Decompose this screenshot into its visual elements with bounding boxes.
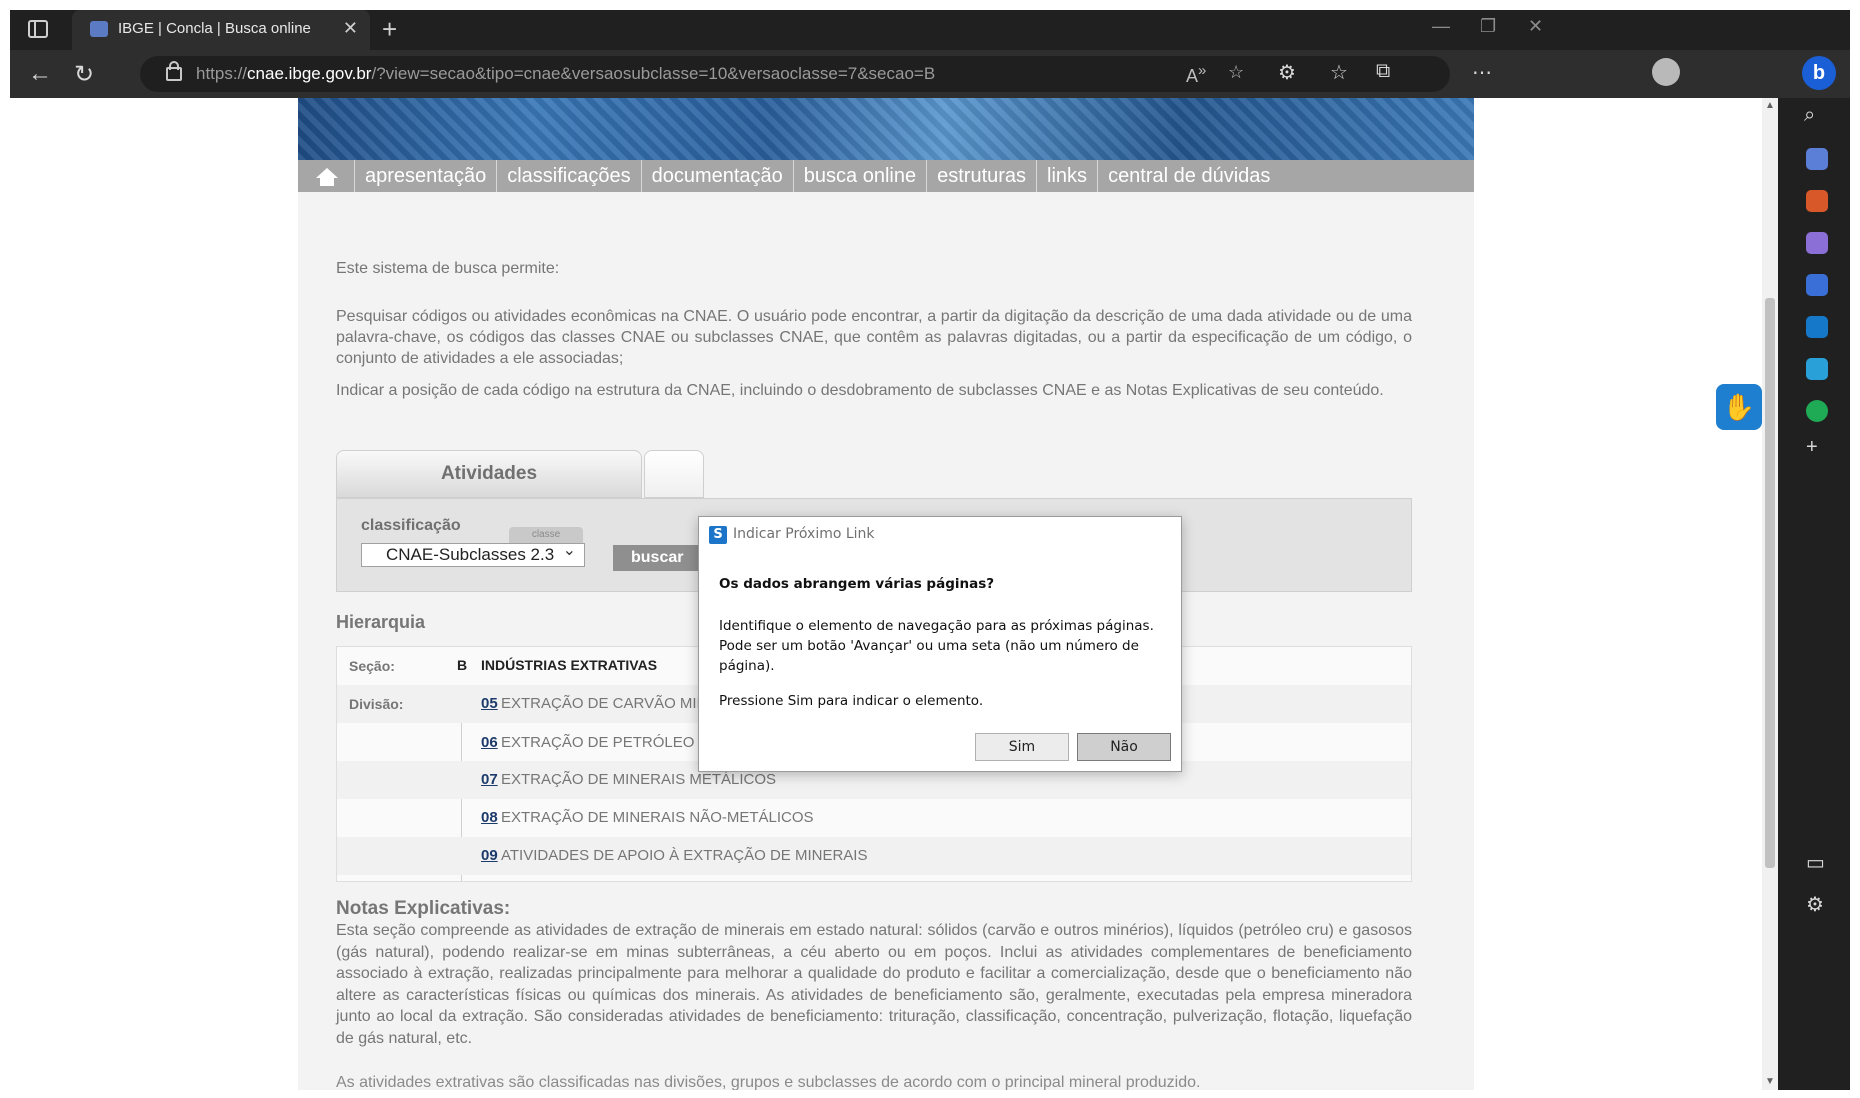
division-code-link[interactable]: 07 bbox=[481, 771, 498, 788]
bing-icon[interactable]: b bbox=[1802, 56, 1836, 90]
tree-icon[interactable] bbox=[1806, 400, 1828, 422]
no-button[interactable]: Não bbox=[1077, 733, 1171, 761]
dialog-body: Identifique o elemento de navegação para… bbox=[719, 618, 1154, 674]
restore-icon[interactable]: ❐ bbox=[1480, 16, 1496, 37]
intro-paragraph-1: Pesquisar códigos ou atividades econômic… bbox=[336, 308, 1412, 367]
division-code-link[interactable]: 05 bbox=[481, 695, 498, 712]
browser-toolbar: ← ↻ https://cnae.ibge.gov.br/?view=secao… bbox=[10, 50, 1850, 98]
app-logo-icon: S bbox=[709, 526, 727, 544]
hierarchy-title: Hierarquia bbox=[336, 612, 426, 632]
extensions-icon[interactable]: ⚙ bbox=[1278, 60, 1296, 85]
division-row: 08 EXTRAÇÃO DE MINERAIS NÃO-METÁLICOS bbox=[337, 799, 1411, 837]
division-code-link[interactable]: 08 bbox=[481, 809, 498, 826]
tab-actions-icon[interactable] bbox=[28, 20, 48, 38]
favorites-icon[interactable]: ☆ bbox=[1330, 60, 1348, 85]
tools-icon[interactable] bbox=[1806, 190, 1828, 212]
scroll-down-icon[interactable]: ▼ bbox=[1765, 1076, 1775, 1087]
accessibility-hand-icon[interactable]: ✋ bbox=[1716, 384, 1762, 430]
menu-classificacoes[interactable]: classificações bbox=[497, 160, 642, 192]
tab-bar: IBGE | Concla | Busca online ✕ + — ❐ ✕ bbox=[10, 10, 1850, 50]
address-bar[interactable]: https://cnae.ibge.gov.br/?view=secao&tip… bbox=[140, 56, 1450, 92]
division-row: 09 ATIVIDADES DE APOIO À EXTRAÇÃO DE MIN… bbox=[337, 837, 1411, 875]
search-icon[interactable]: ⌕ bbox=[1804, 104, 1815, 127]
classification-label: classificação bbox=[361, 517, 461, 534]
division-name: ATIVIDADES DE APOIO À EXTRAÇÃO DE MINERA… bbox=[501, 847, 868, 864]
division-code-link[interactable]: 06 bbox=[481, 734, 498, 751]
send-icon[interactable] bbox=[1806, 358, 1828, 380]
section-name: INDÚSTRIAS EXTRATIVAS bbox=[481, 657, 658, 673]
dialog-title: Indicar Próximo Link bbox=[733, 526, 875, 542]
profile-avatar[interactable] bbox=[1652, 58, 1680, 86]
menu-estruturas[interactable]: estruturas bbox=[927, 160, 1038, 192]
intro-paragraph-2: Indicar a posição de cada código na estr… bbox=[336, 382, 1384, 399]
tab-atividades[interactable]: Atividades bbox=[336, 450, 642, 498]
menu-documentacao[interactable]: documentação bbox=[642, 160, 794, 192]
browser-tab[interactable]: IBGE | Concla | Busca online ✕ bbox=[72, 10, 370, 50]
refresh-icon[interactable]: ↻ bbox=[74, 60, 94, 89]
main-menu: apresentação classificações documentação… bbox=[298, 160, 1474, 192]
sidebar-panel-icon[interactable]: ▭ bbox=[1806, 850, 1825, 875]
scroll-thumb[interactable] bbox=[1765, 298, 1775, 868]
menu-links[interactable]: links bbox=[1037, 160, 1099, 192]
site-favicon-icon bbox=[90, 21, 108, 37]
menu-apresentacao[interactable]: apresentação bbox=[355, 160, 498, 192]
minimize-icon[interactable]: — bbox=[1432, 16, 1450, 37]
page-scrollbar[interactable]: ▲ ▼ bbox=[1762, 98, 1778, 1090]
lock-icon[interactable] bbox=[166, 61, 182, 81]
page-viewport: apresentação classificações documentação… bbox=[10, 98, 1778, 1090]
add-favorite-icon[interactable]: ☆ bbox=[1228, 62, 1244, 83]
tab-title: IBGE | Concla | Busca online bbox=[118, 20, 311, 37]
tab-codes[interactable] bbox=[644, 450, 704, 498]
back-icon[interactable]: ← bbox=[28, 60, 52, 88]
site-banner bbox=[298, 98, 1474, 160]
edge-sidebar: ⌕ + ▭ ⚙ bbox=[1784, 98, 1850, 1090]
copilot-icon[interactable] bbox=[1806, 274, 1828, 296]
menu-busca-online[interactable]: busca online bbox=[794, 160, 928, 192]
section-label: Seção: bbox=[349, 658, 395, 674]
add-icon[interactable]: + bbox=[1806, 436, 1818, 459]
settings-icon[interactable]: ⚙ bbox=[1806, 892, 1824, 917]
scroll-up-icon[interactable]: ▲ bbox=[1765, 100, 1775, 111]
dialog-instruction: Pressione Sim para indicar o elemento. bbox=[719, 693, 984, 709]
more-icon[interactable]: ⋯ bbox=[1472, 60, 1492, 85]
close-tab-icon[interactable]: ✕ bbox=[343, 18, 358, 39]
shopping-icon[interactable] bbox=[1806, 148, 1828, 170]
outlook-icon[interactable] bbox=[1806, 316, 1828, 338]
classification-select[interactable]: CNAE-Subclasses 2.3 bbox=[361, 540, 585, 567]
section-code: B bbox=[457, 657, 468, 673]
menu-central-duvidas[interactable]: central de dúvidas bbox=[1098, 160, 1280, 192]
division-label: Divisão: bbox=[349, 696, 404, 712]
url-text[interactable]: https://cnae.ibge.gov.br/?view=secao&tip… bbox=[196, 64, 935, 84]
division-name: EXTRAÇÃO DE MINERAIS METÁLICOS bbox=[501, 771, 777, 788]
division-name: EXTRAÇÃO DE MINERAIS NÃO-METÁLICOS bbox=[501, 809, 814, 826]
browser-window: IBGE | Concla | Busca online ✕ + — ❐ ✕ ←… bbox=[10, 10, 1850, 1090]
new-tab-icon[interactable]: + bbox=[382, 14, 397, 45]
home-icon[interactable] bbox=[298, 160, 355, 192]
close-window-icon[interactable]: ✕ bbox=[1528, 16, 1543, 37]
division-code-link[interactable]: 09 bbox=[481, 847, 498, 864]
games-icon[interactable] bbox=[1806, 232, 1828, 254]
notes-title: Notas Explicativas: bbox=[336, 898, 511, 919]
search-button[interactable]: buscar bbox=[613, 545, 701, 571]
dialog-question: Os dados abrangem várias páginas? bbox=[719, 576, 995, 592]
notes-cut-line: As atividades extrativas são classificad… bbox=[336, 1074, 1201, 1090]
yes-button[interactable]: Sim bbox=[975, 733, 1069, 761]
notes-text: Esta seção compreende as atividades de e… bbox=[336, 922, 1412, 1047]
next-link-dialog: S Indicar Próximo Link Os dados abrangem… bbox=[698, 516, 1182, 772]
read-aloud-icon[interactable]: A» bbox=[1186, 62, 1206, 87]
intro-line: Este sistema de busca permite: bbox=[336, 260, 560, 277]
collections-icon[interactable]: ⧉ bbox=[1376, 60, 1390, 83]
